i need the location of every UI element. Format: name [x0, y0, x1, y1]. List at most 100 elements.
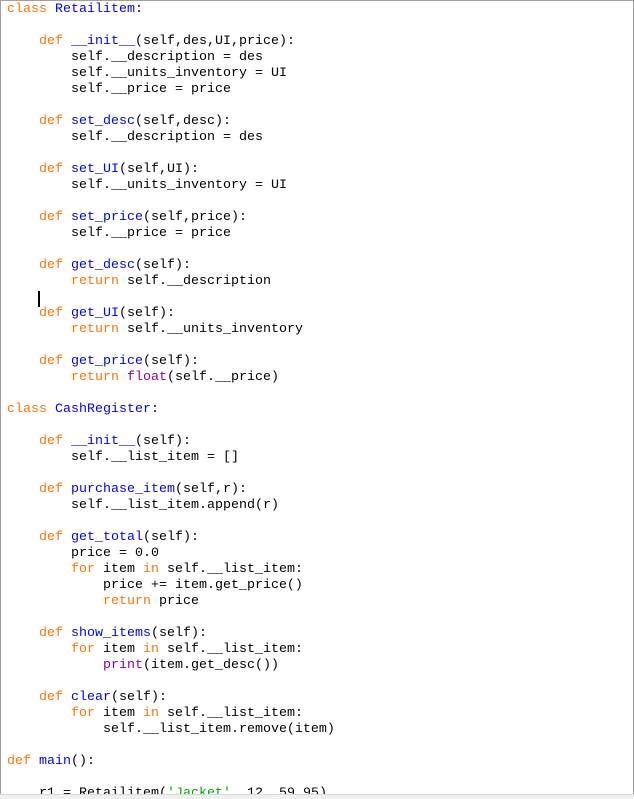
- code-token: return: [102, 594, 151, 609]
- code-line[interactable]: price = 0.0: [7, 546, 335, 562]
- code-line[interactable]: [7, 770, 335, 786]
- code-token: return: [71, 274, 119, 289]
- code-line[interactable]: [7, 98, 335, 114]
- code-line[interactable]: [7, 610, 335, 626]
- code-line[interactable]: price += item.get_price(): [7, 578, 335, 594]
- code-line[interactable]: def set_price(self,price):: [7, 210, 335, 226]
- code-token: __init__: [71, 34, 135, 49]
- code-line[interactable]: [7, 242, 335, 258]
- code-line[interactable]: return price: [7, 594, 335, 610]
- code-token: (self,desc):: [135, 114, 231, 129]
- code-token: self.__price = price: [7, 82, 231, 97]
- code-line[interactable]: [7, 194, 335, 210]
- code-line[interactable]: self.__description = des: [7, 50, 335, 66]
- code-token: self.__description = des: [7, 50, 263, 65]
- code-line[interactable]: self.__units_inventory = UI: [7, 178, 335, 194]
- code-token: def: [39, 434, 71, 449]
- code-line[interactable]: [7, 466, 335, 482]
- code-line[interactable]: def clear(self):: [7, 690, 335, 706]
- code-line[interactable]: return float(self.__price): [7, 370, 335, 386]
- code-line[interactable]: print(item.get_desc()): [7, 658, 335, 674]
- code-text[interactable]: class Retailitem: def __init__(self,des,…: [7, 2, 335, 796]
- code-line[interactable]: [7, 290, 335, 306]
- code-line[interactable]: [7, 146, 335, 162]
- code-token: CashRegister: [55, 402, 151, 417]
- code-line[interactable]: def get_UI(self):: [7, 306, 335, 322]
- code-token: class: [7, 2, 55, 17]
- code-line[interactable]: def set_UI(self,UI):: [7, 162, 335, 178]
- code-line[interactable]: self.__description = des: [7, 130, 335, 146]
- code-line[interactable]: def set_desc(self,desc):: [7, 114, 335, 130]
- code-token: (self):: [119, 306, 175, 321]
- code-token: __init__: [71, 434, 135, 449]
- code-line[interactable]: self.__list_item.append(r): [7, 498, 335, 514]
- code-editor[interactable]: class Retailitem: def __init__(self,des,…: [0, 0, 634, 796]
- code-line[interactable]: for item in self.__list_item:: [7, 562, 335, 578]
- code-line[interactable]: [7, 386, 335, 402]
- code-line[interactable]: def get_desc(self):: [7, 258, 335, 274]
- code-token: (self):: [150, 626, 207, 641]
- code-token: price: [150, 594, 199, 609]
- code-line[interactable]: for item in self.__list_item:: [7, 706, 335, 722]
- code-line[interactable]: return self.__description: [7, 274, 335, 290]
- code-token: (item.get_desc()): [142, 658, 279, 673]
- code-line[interactable]: [7, 674, 335, 690]
- code-token: get_total: [71, 530, 143, 545]
- code-token: self.__list_item.remove(item): [7, 722, 335, 737]
- code-line[interactable]: [7, 338, 335, 354]
- code-line[interactable]: def get_price(self):: [7, 354, 335, 370]
- code-line[interactable]: [7, 18, 335, 34]
- code-line[interactable]: [7, 738, 335, 754]
- code-token: def: [39, 258, 71, 273]
- code-token: self.__description = des: [7, 130, 263, 145]
- code-line[interactable]: self.__price = price: [7, 82, 335, 98]
- code-token: self.__units_inventory = UI: [7, 178, 287, 193]
- code-token: return: [71, 322, 119, 337]
- code-line[interactable]: self.__units_inventory = UI: [7, 66, 335, 82]
- code-token: item: [95, 706, 143, 721]
- code-token: show_items: [71, 626, 151, 641]
- code-line[interactable]: class Retailitem:: [7, 2, 335, 18]
- code-token: main: [39, 754, 71, 769]
- code-line[interactable]: self.__price = price: [7, 226, 335, 242]
- code-token: (self):: [142, 530, 199, 545]
- code-token: Retailitem: [55, 2, 135, 17]
- code-token: in: [143, 562, 159, 577]
- code-token: def: [7, 754, 39, 769]
- code-token: def: [39, 210, 71, 225]
- code-line[interactable]: self.__list_item.remove(item): [7, 722, 335, 738]
- code-line[interactable]: def main():: [7, 754, 335, 770]
- code-line[interactable]: def purchase_item(self,r):: [7, 482, 335, 498]
- code-line[interactable]: return self.__units_inventory: [7, 322, 335, 338]
- code-line[interactable]: def show_items(self):: [7, 626, 335, 642]
- code-token: for: [71, 642, 95, 657]
- code-line[interactable]: for item in self.__list_item:: [7, 642, 335, 658]
- code-token: self.__list_item:: [159, 642, 303, 657]
- code-line[interactable]: [7, 418, 335, 434]
- code-token: return: [71, 370, 127, 385]
- code-token: clear: [71, 690, 111, 705]
- code-line[interactable]: self.__list_item = []: [7, 450, 335, 466]
- code-token: self.__price = price: [7, 226, 231, 241]
- code-token: def: [39, 162, 71, 177]
- code-line[interactable]: def get_total(self):: [7, 530, 335, 546]
- code-token: :: [134, 2, 143, 17]
- code-token: def: [39, 626, 71, 641]
- code-line[interactable]: def __init__(self):: [7, 434, 335, 450]
- code-token: :: [150, 402, 159, 417]
- code-line[interactable]: class CashRegister:: [7, 402, 335, 418]
- code-token: self.__list_item:: [159, 706, 303, 721]
- code-line[interactable]: def __init__(self,des,UI,price):: [7, 34, 335, 50]
- code-line[interactable]: [7, 514, 335, 530]
- code-token: in: [143, 706, 159, 721]
- code-token: def: [39, 530, 71, 545]
